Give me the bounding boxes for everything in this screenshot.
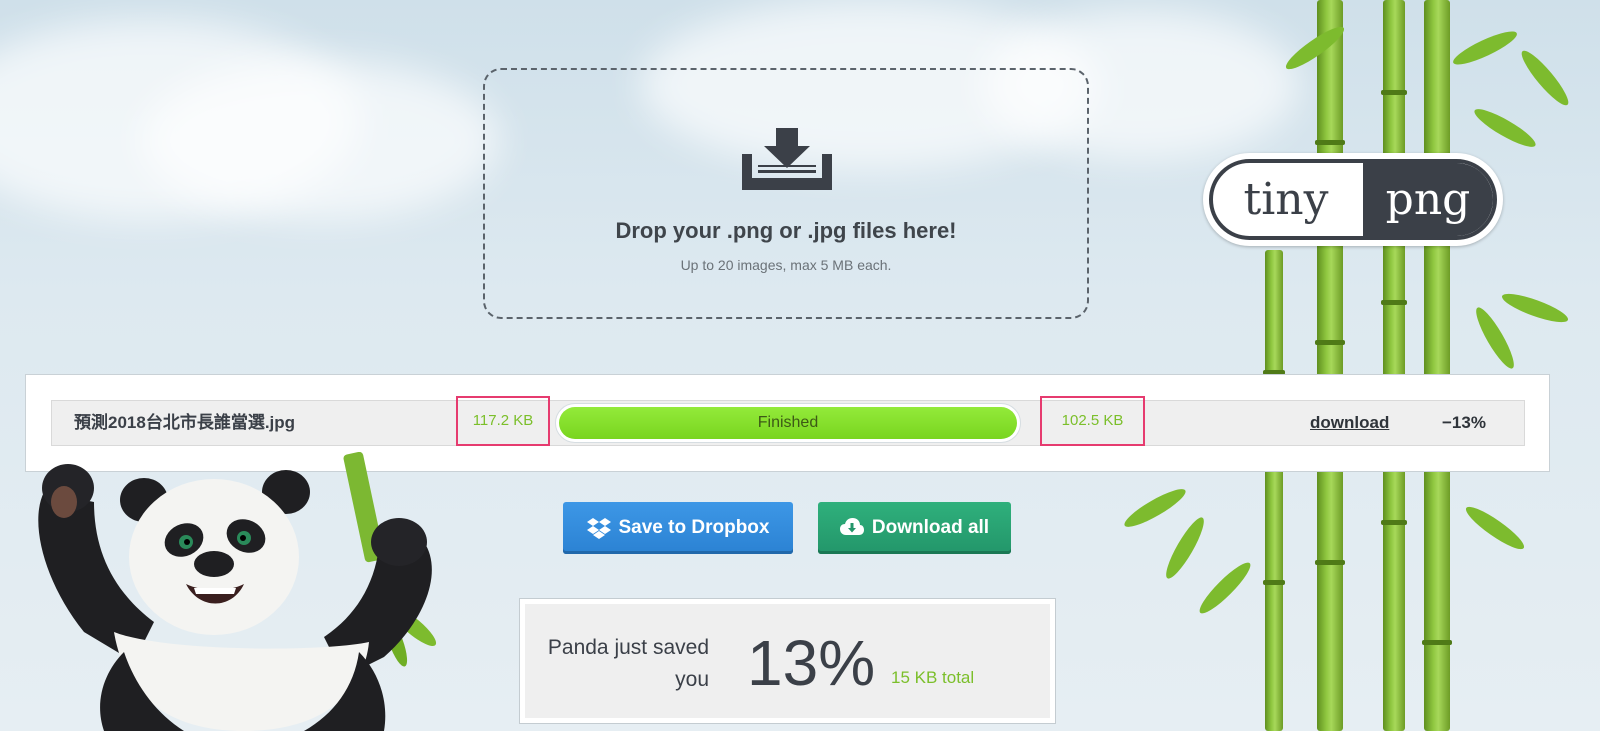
bamboo-leaf: [1470, 303, 1520, 373]
bamboo-leaf: [1449, 25, 1521, 71]
save-to-dropbox-button[interactable]: Save to Dropbox: [563, 502, 793, 554]
bamboo-leaf: [1194, 557, 1256, 619]
bamboo-stalk: [1422, 0, 1452, 731]
original-size: 117.2 KB: [456, 396, 550, 446]
logo-text-tiny: tiny: [1243, 174, 1329, 225]
summary-percent: 13%: [747, 627, 876, 699]
dropbox-icon: [586, 518, 611, 539]
bamboo-leaf: [1160, 513, 1210, 583]
file-name: 預測2018台北市長誰當選.jpg: [74, 413, 296, 432]
bamboo-leaf: [1120, 483, 1190, 533]
savings-summary: Panda just saved you 13% 15 KB total: [519, 598, 1056, 724]
tinypng-logo: tiny png: [1203, 153, 1503, 246]
logo-text-png: png: [1363, 163, 1493, 236]
download-tray-icon: [742, 128, 832, 190]
bamboo-stalk: [1315, 0, 1345, 731]
download-all-button[interactable]: Download all: [818, 502, 1011, 554]
bamboo-leaf: [1499, 288, 1571, 328]
progress-status: Finished: [757, 414, 819, 431]
savings-percent: −13%: [1442, 413, 1486, 432]
compressed-size: 102.5 KB: [1040, 396, 1145, 446]
file-dropzone[interactable]: Drop your .png or .jpg files here! Up to…: [483, 68, 1089, 319]
bamboo-stalk: [1381, 0, 1407, 731]
panda-mascot: [38, 452, 437, 731]
save-to-dropbox-label: Save to Dropbox: [618, 517, 770, 538]
progress-bar: Finished: [555, 403, 1021, 443]
bamboo-leaf: [1470, 103, 1540, 153]
download-link[interactable]: download: [1310, 401, 1389, 445]
dropzone-title: Drop your .png or .jpg files here!: [615, 218, 957, 243]
cloud-download-icon: [839, 518, 864, 535]
background-cloud: [140, 60, 500, 220]
dropzone-subtitle: Up to 20 images, max 5 MB each.: [680, 257, 892, 273]
bamboo-leaf: [1461, 501, 1529, 555]
summary-total: 15 KB total: [891, 668, 975, 687]
download-all-label: Download all: [871, 517, 990, 538]
bamboo-leaf: [1516, 46, 1574, 110]
bamboo-stalk: [1263, 250, 1285, 731]
summary-label: Panda just saved you: [547, 636, 709, 691]
file-result-row: 預測2018台北市長誰當選.jpg 117.2 KB Finished 102.…: [51, 396, 1525, 446]
